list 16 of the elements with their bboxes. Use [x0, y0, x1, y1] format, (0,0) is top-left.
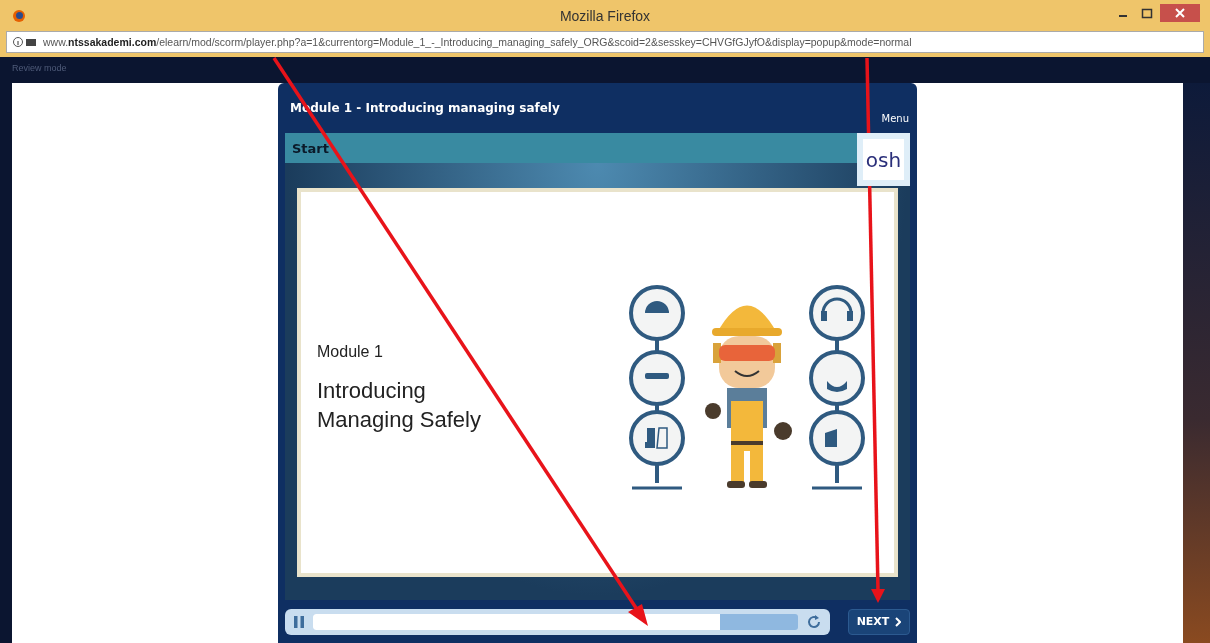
next-button[interactable]: NEXT: [848, 608, 910, 635]
menu-link[interactable]: Menu: [881, 113, 909, 133]
close-icon[interactable]: [1160, 3, 1200, 23]
window-title: Mozilla Firefox: [558, 7, 652, 24]
info-icon[interactable]: [13, 36, 37, 48]
logo: osh: [857, 133, 910, 186]
slide-subtitle: Module 1: [317, 342, 384, 361]
section-title: Start: [292, 140, 329, 156]
pause-icon[interactable]: [293, 614, 305, 629]
review-mode-label: Review mode: [11, 62, 68, 75]
browser-logo-icon: [12, 8, 26, 23]
chevron-right-icon: [895, 616, 902, 627]
address-field[interactable]: www.ntssakademi.com/elearn/mod/scorm/player.php?a=1&currentorg=Module_1_-_Introducing_managing_safely_ORG&scoid=2&sesskey=CHVGfGJyfO&display=popup&mode=normal: [6, 31, 1204, 53]
replay-icon[interactable]: [806, 613, 822, 630]
progress-track[interactable]: [313, 613, 798, 630]
slide-heading: Introducing Managing Safely: [317, 376, 482, 434]
